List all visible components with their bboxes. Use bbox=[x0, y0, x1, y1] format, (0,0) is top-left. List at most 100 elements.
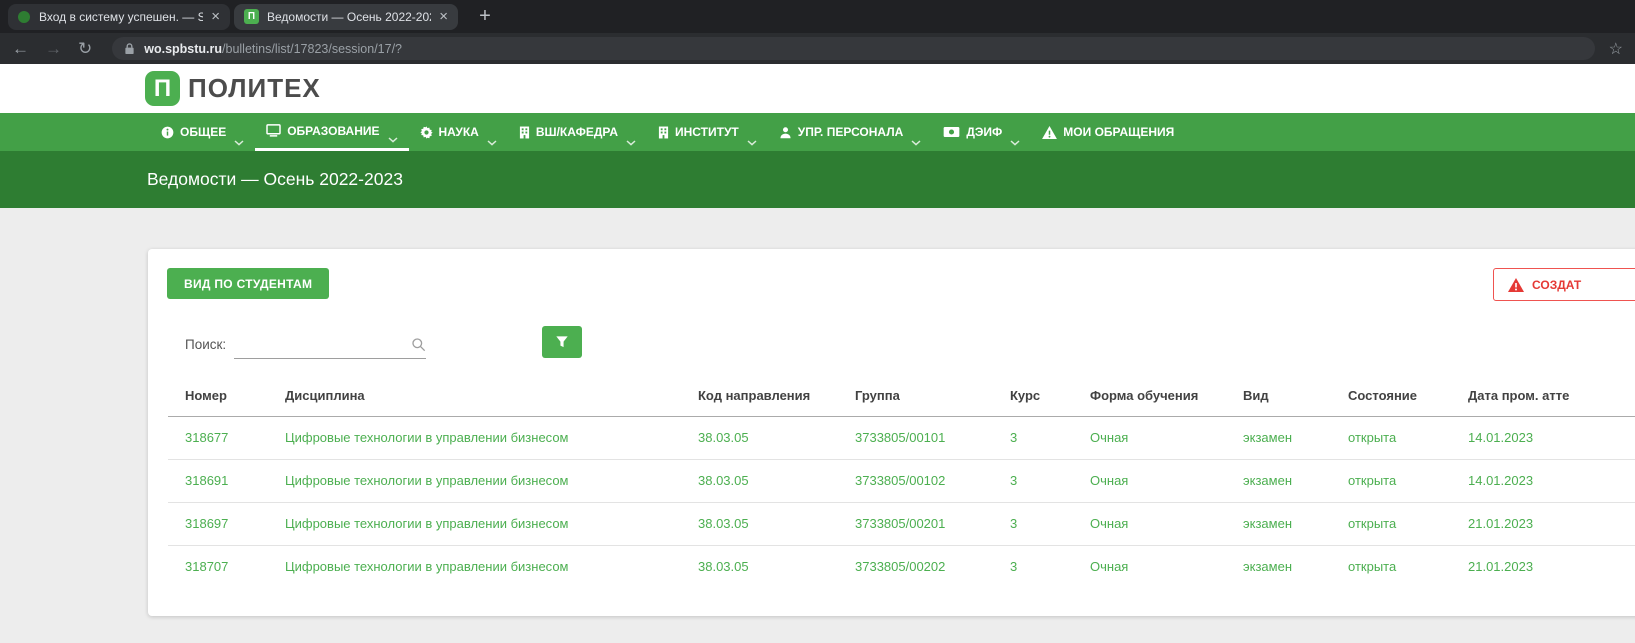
nav-label: ОБЩЕЕ bbox=[180, 125, 226, 139]
chevron-down-icon bbox=[626, 140, 636, 146]
cell-direction-code: 38.03.05 bbox=[698, 545, 855, 588]
nav-label: МОИ ОБРАЩЕНИЯ bbox=[1063, 125, 1174, 139]
cell-discipline: Цифровые технологии в управлении бизнесо… bbox=[285, 545, 698, 588]
nav-item-vsh-kafedra[interactable]: ВШ/КАФЕДРА bbox=[508, 113, 647, 151]
column-header-discipline: Дисциплина bbox=[285, 376, 698, 416]
sso-favicon-icon bbox=[18, 11, 30, 23]
create-button-label: СОЗДАТ bbox=[1532, 278, 1581, 292]
politech-logo-icon[interactable]: П bbox=[145, 71, 180, 106]
cell-number: 318697 bbox=[168, 502, 285, 545]
search-input[interactable] bbox=[234, 337, 411, 352]
lock-icon bbox=[124, 42, 135, 55]
nav-item-obrazovanie[interactable]: ОБРАЗОВАНИЕ bbox=[255, 113, 408, 151]
page-title: Ведомости — Осень 2022-2023 bbox=[147, 169, 403, 190]
card-actions-row: ВИД ПО СТУДЕНТАМ СОЗДАТ bbox=[148, 268, 1635, 301]
cell-number: 318707 bbox=[168, 545, 285, 588]
money-icon bbox=[943, 126, 960, 138]
cell-group: 3733805/00102 bbox=[855, 459, 1010, 502]
person-icon bbox=[779, 126, 792, 139]
cell-discipline: Цифровые технологии в управлении бизнесо… bbox=[285, 502, 698, 545]
url-path: /bulletins/list/17823/session/17/? bbox=[222, 42, 402, 56]
url-domain: wo.spbstu.ru bbox=[144, 42, 222, 56]
nav-item-deif[interactable]: ДЭИФ bbox=[932, 113, 1031, 151]
cell-direction-code: 38.03.05 bbox=[698, 416, 855, 459]
browser-tab-bulletins[interactable]: П Ведомости — Осень 2022-2023 × bbox=[234, 4, 458, 30]
cell-kind: экзамен bbox=[1243, 416, 1348, 459]
table-row[interactable]: 318691 Цифровые технологии в управлении … bbox=[168, 459, 1635, 502]
content-area: ВИД ПО СТУДЕНТАМ СОЗДАТ Поиск: bbox=[0, 208, 1635, 616]
bulletins-table: Номер Дисциплина Код направления Группа … bbox=[168, 376, 1635, 588]
cell-kind: экзамен bbox=[1243, 459, 1348, 502]
filter-button[interactable] bbox=[542, 326, 582, 358]
monitor-icon bbox=[266, 124, 281, 137]
brand-name: ПОЛИТЕХ bbox=[188, 73, 321, 104]
cell-state: открыта bbox=[1348, 459, 1468, 502]
chevron-down-icon bbox=[911, 140, 921, 146]
cell-discipline: Цифровые технологии в управлении бизнесо… bbox=[285, 459, 698, 502]
page-title-bar: Ведомости — Осень 2022-2023 bbox=[0, 151, 1635, 208]
tab-title: Ведомости — Осень 2022-2023 bbox=[267, 10, 431, 24]
reload-icon[interactable]: ↻ bbox=[78, 40, 92, 57]
site-header: П ПОЛИТЕХ bbox=[0, 64, 1635, 113]
building-icon bbox=[658, 126, 669, 139]
nav-item-institut[interactable]: ИНСТИТУТ bbox=[647, 113, 768, 151]
table-row[interactable]: 318707 Цифровые технологии в управлении … bbox=[168, 545, 1635, 588]
nav-label: ИНСТИТУТ bbox=[675, 125, 739, 139]
table-row[interactable]: 318697 Цифровые технологии в управлении … bbox=[168, 502, 1635, 545]
tab-title: Вход в систему успешен. — SSO bbox=[39, 10, 203, 24]
cell-state: открыта bbox=[1348, 545, 1468, 588]
filter-icon bbox=[555, 335, 569, 349]
nav-item-nauka[interactable]: НАУКА bbox=[409, 113, 508, 151]
warning-icon bbox=[1508, 278, 1524, 292]
forward-icon[interactable]: → bbox=[45, 40, 62, 57]
cell-course: 3 bbox=[1010, 502, 1090, 545]
cell-study-form: Очная bbox=[1090, 459, 1243, 502]
cell-study-form: Очная bbox=[1090, 416, 1243, 459]
chevron-down-icon bbox=[388, 137, 398, 143]
cell-attestation-date: 21.01.2023 bbox=[1468, 502, 1635, 545]
column-header-kind: Вид bbox=[1243, 376, 1348, 416]
cell-attestation-date: 14.01.2023 bbox=[1468, 416, 1635, 459]
back-icon[interactable]: ← bbox=[12, 40, 29, 57]
browser-tab-sso[interactable]: Вход в систему успешен. — SSO × bbox=[8, 4, 230, 30]
nav-item-obshchee[interactable]: ОБЩЕЕ bbox=[150, 113, 255, 151]
column-header-group: Группа bbox=[855, 376, 1010, 416]
new-tab-button[interactable]: + bbox=[472, 5, 498, 28]
nav-label: ДЭИФ bbox=[966, 125, 1002, 139]
view-by-students-button[interactable]: ВИД ПО СТУДЕНТАМ bbox=[167, 268, 329, 299]
cell-study-form: Очная bbox=[1090, 545, 1243, 588]
browser-tab-strip: Вход в систему успешен. — SSO × П Ведомо… bbox=[0, 0, 1635, 33]
cell-discipline: Цифровые технологии в управлении бизнесо… bbox=[285, 416, 698, 459]
table-header-row: Номер Дисциплина Код направления Группа … bbox=[168, 376, 1635, 416]
close-tab-icon[interactable]: × bbox=[439, 8, 448, 25]
address-bar[interactable]: wo.spbstu.ru/bulletins/list/17823/sessio… bbox=[112, 37, 1594, 60]
column-header-course: Курс bbox=[1010, 376, 1090, 416]
nav-item-upr-personala[interactable]: УПР. ПЕРСОНАЛА bbox=[768, 113, 933, 151]
cell-group: 3733805/00202 bbox=[855, 545, 1010, 588]
cell-direction-code: 38.03.05 bbox=[698, 502, 855, 545]
column-header-direction-code: Код направления bbox=[698, 376, 855, 416]
cell-attestation-date: 14.01.2023 bbox=[1468, 459, 1635, 502]
table-row[interactable]: 318677 Цифровые технологии в управлении … bbox=[168, 416, 1635, 459]
cell-group: 3733805/00201 bbox=[855, 502, 1010, 545]
cell-number: 318691 bbox=[168, 459, 285, 502]
cell-number: 318677 bbox=[168, 416, 285, 459]
column-header-study-form: Форма обучения bbox=[1090, 376, 1243, 416]
nav-label: ВШ/КАФЕДРА bbox=[536, 125, 618, 139]
bookmark-star-icon[interactable]: ☆ bbox=[1609, 39, 1623, 59]
nav-label: ОБРАЗОВАНИЕ bbox=[287, 124, 379, 138]
cell-state: открыта bbox=[1348, 416, 1468, 459]
warning-icon bbox=[1042, 126, 1057, 139]
column-header-number: Номер bbox=[168, 376, 285, 416]
create-button[interactable]: СОЗДАТ bbox=[1493, 268, 1635, 301]
cell-course: 3 bbox=[1010, 545, 1090, 588]
building-icon bbox=[519, 126, 530, 139]
cell-course: 3 bbox=[1010, 459, 1090, 502]
search-box[interactable] bbox=[234, 331, 426, 359]
browser-toolbar: ← → ↻ wo.spbstu.ru/bulletins/list/17823/… bbox=[0, 33, 1635, 64]
politech-favicon-icon: П bbox=[244, 9, 259, 24]
nav-item-moi-obrashcheniya[interactable]: МОИ ОБРАЩЕНИЯ bbox=[1031, 113, 1185, 151]
close-tab-icon[interactable]: × bbox=[211, 8, 220, 25]
nav-label: НАУКА bbox=[439, 125, 479, 139]
chevron-down-icon bbox=[1010, 140, 1020, 146]
